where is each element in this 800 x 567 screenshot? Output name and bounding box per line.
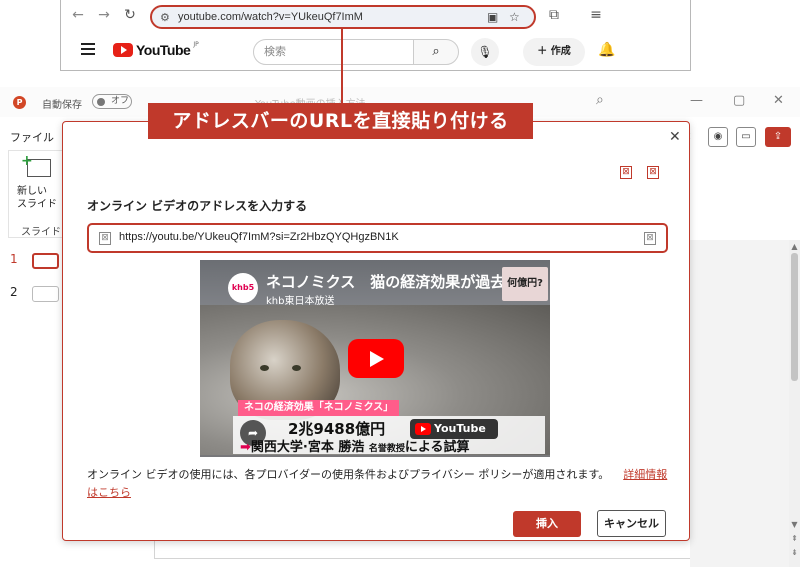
video-title: ネコノミクス 猫の経済効果が過去 bbox=[266, 273, 506, 291]
youtube-wordmark: YouTube bbox=[136, 42, 191, 58]
site-settings-icon[interactable]: ⚙ bbox=[160, 11, 170, 24]
channel-logo: khb5 bbox=[228, 273, 258, 303]
youtube-play-icon bbox=[113, 43, 133, 57]
record-icon[interactable]: ◉ bbox=[708, 127, 728, 147]
menu-file[interactable]: ファイル bbox=[10, 129, 54, 145]
insert-button[interactable]: 挿入 bbox=[513, 511, 581, 537]
video-url-input[interactable]: ⊠ https://youtu.be/YUkeuQf7ImM?si=Zr2Hbz… bbox=[87, 223, 668, 253]
ribbon-slides-group: + 新しい スライド スライド bbox=[8, 150, 63, 238]
page-up-icon[interactable]: ⇞ bbox=[789, 534, 800, 543]
online-video-dialog: ✕ ⊠ ⊠ オンライン ビデオのアドレスを入力する ⊠ https://yout… bbox=[62, 121, 690, 541]
video-preview[interactable]: khb5 ネコノミクス 猫の経済効果が過去 khb東日本放送 何億円? ネコの経… bbox=[200, 260, 550, 457]
create-label: 作成 bbox=[550, 46, 571, 57]
browser-toolbar: ← → ↻ ⚙ youtube.com/watch?v=YUkeuQf7ImM … bbox=[61, 0, 690, 33]
media-control-icon[interactable]: ≡ bbox=[587, 7, 605, 23]
video-corner-badge: 何億円? bbox=[502, 267, 548, 301]
slide-number: 1 bbox=[10, 252, 18, 266]
placeholder-image-icon: ⊠ bbox=[620, 166, 632, 179]
autosave-label: 自動保存 bbox=[42, 100, 82, 111]
cat-eye bbox=[260, 365, 269, 371]
menu-icon[interactable] bbox=[81, 43, 95, 58]
editor-background bbox=[690, 240, 800, 567]
address-bar[interactable]: ⚙ youtube.com/watch?v=YUkeuQf7ImM ▣ ☆ bbox=[150, 5, 536, 29]
video-source-line: ➡関西大学·宮本 勝浩 名誉教授による試算 bbox=[240, 436, 470, 455]
callout-banner: アドレスバーのURLを直接貼り付ける bbox=[148, 103, 533, 139]
placeholder-image-icon: ⊠ bbox=[644, 232, 656, 245]
search-icon[interactable]: ⌕ bbox=[413, 39, 459, 65]
minimize-icon[interactable]: — bbox=[690, 93, 703, 108]
terms-text: オンライン ビデオの使用には、各プロバイダーの使用条件およびプライバシー ポリシ… bbox=[87, 468, 610, 481]
scrollbar-thumb[interactable] bbox=[791, 253, 798, 381]
terms-notice: オンライン ビデオの使用には、各プロバイダーの使用条件およびプライバシー ポリシ… bbox=[87, 466, 672, 502]
microphone-icon[interactable]: 🎙 bbox=[471, 38, 499, 66]
scroll-down-icon[interactable]: ▼ bbox=[789, 520, 800, 529]
placeholder-image-icon: ⊠ bbox=[99, 232, 111, 245]
extensions-icon[interactable]: ⧉ bbox=[545, 7, 563, 23]
reload-icon[interactable]: ↻ bbox=[121, 7, 139, 23]
share-button[interactable]: ⇪ bbox=[765, 127, 791, 147]
back-icon[interactable]: ← bbox=[69, 7, 87, 23]
arrow-icon: ➡ bbox=[240, 440, 251, 455]
browser-window: ← → ↻ ⚙ youtube.com/watch?v=YUkeuQf7ImM … bbox=[60, 0, 691, 71]
plus-icon: ＋ bbox=[537, 46, 551, 57]
dialog-prompt-label: オンライン ビデオのアドレスを入力する bbox=[87, 199, 308, 213]
create-button[interactable]: ＋ 作成 bbox=[523, 38, 585, 66]
window-close-icon[interactable]: ✕ bbox=[773, 93, 784, 108]
video-play-icon[interactable] bbox=[348, 339, 404, 378]
dialog-close-icon[interactable]: ✕ bbox=[669, 129, 681, 145]
share-icon: ⇪ bbox=[773, 131, 783, 142]
cancel-button[interactable]: キャンセル bbox=[597, 510, 666, 537]
powerpoint-logo-icon: P bbox=[13, 96, 26, 109]
notifications-bell-icon[interactable]: 🔔 bbox=[598, 42, 615, 58]
video-source-role: 名誉教授 bbox=[368, 444, 405, 454]
forward-icon[interactable]: → bbox=[95, 7, 113, 23]
cast-icon[interactable]: ▣ bbox=[487, 10, 498, 24]
comments-icon[interactable]: ▭ bbox=[736, 127, 756, 147]
youtube-header: YouTube JP 検索 ⌕ 🎙 ＋ 作成 🔔 bbox=[61, 33, 690, 71]
slide-thumbnail[interactable] bbox=[32, 286, 59, 302]
placeholder-image-icon: ⊠ bbox=[647, 166, 659, 179]
video-channel: khb東日本放送 bbox=[266, 296, 335, 307]
slide-number: 2 bbox=[10, 285, 18, 299]
autosave-toggle[interactable]: オフ bbox=[92, 94, 132, 109]
slide-thumbnail[interactable] bbox=[32, 253, 59, 269]
youtube-region: JP bbox=[193, 40, 199, 48]
new-slide-button[interactable]: 新しい スライド bbox=[17, 185, 57, 211]
youtube-search-input[interactable]: 検索 bbox=[253, 39, 414, 65]
scroll-up-icon[interactable]: ▲ bbox=[789, 242, 800, 251]
plus-icon: + bbox=[21, 153, 33, 169]
bookmark-star-icon[interactable]: ☆ bbox=[509, 10, 520, 24]
page-down-icon[interactable]: ⇟ bbox=[789, 548, 800, 557]
video-url-value: https://youtu.be/YUkeuQf7ImM?si=Zr2HbzQY… bbox=[119, 231, 399, 243]
address-bar-url: youtube.com/watch?v=YUkeuQf7ImM bbox=[178, 11, 363, 23]
ribbon-group-label: スライド bbox=[21, 227, 61, 238]
video-source-suffix: による試算 bbox=[404, 440, 470, 455]
ppt-search-icon[interactable]: ⌕ bbox=[596, 92, 604, 108]
cat-eye bbox=[292, 365, 301, 371]
maximize-icon[interactable]: ▢ bbox=[733, 93, 745, 108]
video-source: 関西大学·宮本 勝浩 bbox=[250, 440, 365, 455]
video-caption: ネコの経済効果「ネコノミクス」 bbox=[238, 400, 400, 416]
youtube-logo[interactable]: YouTube JP bbox=[113, 40, 199, 58]
